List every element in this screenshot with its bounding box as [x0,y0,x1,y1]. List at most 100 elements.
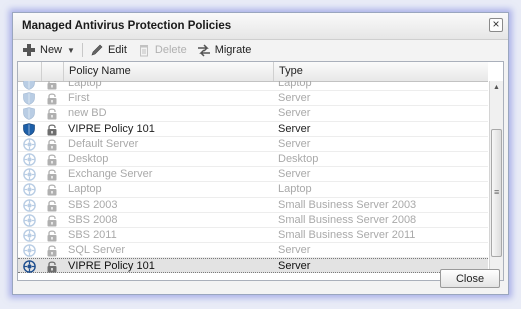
policy-type-cell: Server [278,244,311,257]
delete-button-label: Delete [154,44,187,56]
vertical-scrollbar[interactable]: ▲ ≡ ▼ [489,81,503,280]
table-row[interactable]: SQL Server Server [18,243,488,259]
migrate-button-label: Migrate [214,44,252,56]
migrate-arrows-icon [197,43,211,57]
toolbar: New ▼ Edit Delete Migrate [17,40,504,60]
table-row[interactable]: new BD Server [18,106,488,122]
table-row[interactable]: SBS 2003 Small Business Server 2003 [18,198,488,213]
table-row[interactable]: SBS 2008 Small Business Server 2008 [18,213,488,228]
gear-icon [23,244,36,257]
toolbar-divider [81,43,83,57]
table-row[interactable]: VIPRE Policy 101 Server [18,258,488,274]
lock-icon [47,169,57,181]
policy-type-cell: Desktop [278,152,319,165]
lock-icon [47,93,57,105]
title-bar: Managed Antivirus Protection Policies × [13,13,508,40]
policy-name-cell: SBS 2003 [68,198,118,211]
table-row[interactable]: Default Server Server [18,137,488,152]
row-lock-cell [42,198,64,213]
grip-icon: ≡ [494,187,500,197]
gear-icon [23,137,36,151]
row-lock-cell [42,122,64,137]
policy-name-cell: SBS 2011 [68,228,117,241]
lock-icon [47,81,57,90]
close-button[interactable]: Close [440,269,500,288]
shield-icon [23,122,35,136]
header-icon-column[interactable] [18,62,42,81]
row-lock-cell [42,182,64,197]
plus-icon [22,43,36,57]
policy-name-cell: First [68,92,90,105]
table-row[interactable]: VIPRE Policy 101 Server [18,122,488,137]
table-row[interactable]: Exchange Server Server [18,167,488,183]
row-icon-cell [18,81,42,91]
edit-button[interactable]: Edit [85,41,132,59]
policy-name-cell: SQL Server [68,244,126,257]
dialog-title: Managed Antivirus Protection Policies [22,20,232,32]
policy-type-cell: Server [278,92,311,105]
row-lock-cell [42,243,64,258]
policy-name-cell: new BD [68,107,107,120]
policy-name-cell: Laptop [68,183,102,196]
header-type[interactable]: Type [274,62,488,81]
header-lock-column[interactable] [42,62,64,81]
policy-name-cell: Exchange Server [68,168,153,181]
policy-name-cell: SBS 2008 [68,213,118,226]
gear-icon [23,183,36,197]
row-icon-cell [18,91,42,106]
scroll-up-icon[interactable]: ▲ [490,81,503,95]
table-row[interactable]: Desktop Desktop [18,152,488,168]
gear-icon [23,198,36,212]
shield-icon [23,92,35,105]
shield-icon [23,81,35,90]
table-row[interactable]: First Server [18,91,488,107]
row-icon-cell [18,106,42,121]
edit-button-label: Edit [107,44,127,56]
row-icon-cell [18,122,42,137]
lock-icon [47,245,57,257]
header-policy-name[interactable]: Policy Name [64,62,274,81]
lock-icon [47,139,57,151]
chevron-down-icon[interactable]: ▼ [67,46,75,55]
policy-type-cell: Small Business Server 2008 [278,213,417,226]
close-icon[interactable]: × [489,18,503,32]
policy-name-cell: Default Server [68,137,139,150]
row-lock-cell [42,167,64,182]
table-row[interactable]: SBS 2011 Small Business Server 2011 [18,228,488,244]
policy-type-cell: Laptop [278,183,312,196]
row-icon-cell [18,243,42,258]
table-row[interactable]: Laptop Laptop [18,81,488,92]
policy-name-cell: Desktop [68,152,109,165]
row-lock-cell [42,137,64,152]
policy-type-cell: Small Business Server 2003 [278,198,417,211]
lock-icon [47,215,57,227]
row-icon-cell [18,213,42,228]
lock-icon [47,154,57,166]
row-icon-cell [18,182,42,197]
gear-icon [23,213,36,227]
new-button[interactable]: New ▼ [17,41,80,59]
gear-icon [23,168,36,181]
policy-type-cell: Server [278,107,311,120]
lock-icon [47,230,57,242]
row-lock-cell [42,106,64,121]
lock-icon [47,108,57,120]
policy-name-cell: VIPRE Policy 101 [68,260,155,273]
delete-button[interactable]: Delete [132,41,192,59]
gear-icon [23,229,36,242]
pencil-icon [90,43,104,57]
migrate-button[interactable]: Migrate [192,41,257,59]
row-icon-cell [18,228,42,243]
row-icon-cell [18,152,42,167]
lock-icon [47,124,57,136]
policy-name-cell: Laptop [68,81,102,89]
row-lock-cell [42,213,64,228]
row-lock-cell [42,81,64,91]
table-header: Policy Name Type [18,62,488,82]
lock-icon [47,184,57,196]
policies-dialog: Managed Antivirus Protection Policies × … [12,12,509,295]
scrollbar-thumb[interactable]: ≡ [491,129,502,257]
gear-icon [23,260,36,274]
row-lock-cell [42,228,64,243]
table-row[interactable]: Laptop Laptop [18,182,488,198]
